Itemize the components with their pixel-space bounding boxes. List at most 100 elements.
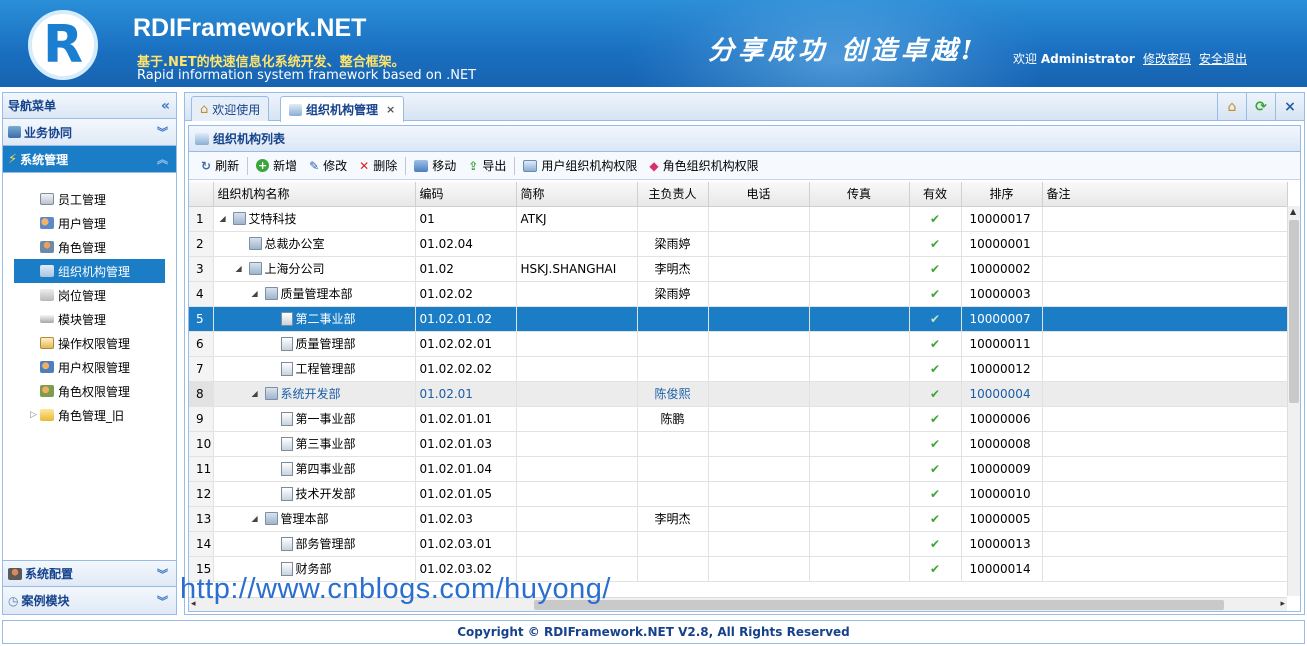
phone-cell[interactable]	[708, 231, 810, 257]
fax-cell[interactable]	[809, 381, 910, 407]
fax-cell[interactable]	[809, 231, 910, 257]
fax-cell[interactable]	[809, 481, 910, 507]
export-button[interactable]: ⇪ 导出	[462, 155, 512, 177]
column-header[interactable]: 有效	[909, 182, 962, 207]
phone-cell[interactable]	[708, 206, 810, 232]
manager-cell[interactable]: 陈俊熙	[637, 381, 709, 407]
menu-item-role[interactable]: 角色管理	[3, 235, 176, 259]
manager-cell[interactable]: 梁雨婷	[637, 281, 709, 307]
valid-cell[interactable]: ✔	[909, 431, 962, 457]
sort-cell[interactable]: 10000014	[961, 556, 1043, 582]
table-row[interactable]: 9 第一事业部 01.02.01.01 陈鹏 ✔ 10000006	[189, 406, 1288, 432]
sort-cell[interactable]: 10000012	[961, 356, 1043, 382]
short-cell[interactable]: ATKJ	[516, 206, 638, 232]
fax-cell[interactable]	[809, 556, 910, 582]
menu-item-role-legacy[interactable]: ▷ 角色管理_旧	[3, 403, 176, 427]
valid-cell[interactable]: ✔	[909, 231, 962, 257]
valid-cell[interactable]: ✔	[909, 306, 962, 332]
tree-expanded-icon[interactable]: ◢	[252, 389, 262, 398]
sort-cell[interactable]: 10000002	[961, 256, 1043, 282]
fax-cell[interactable]	[809, 506, 910, 532]
phone-cell[interactable]	[708, 456, 810, 482]
valid-cell[interactable]: ✔	[909, 356, 962, 382]
valid-cell[interactable]: ✔	[909, 506, 962, 532]
code-cell[interactable]: 01.02.03.01	[415, 531, 517, 557]
menu-item-module[interactable]: 模块管理	[3, 307, 176, 331]
sort-cell[interactable]: 10000008	[961, 431, 1043, 457]
section-business-collab[interactable]: 业务协同 ︾	[3, 119, 176, 146]
table-row[interactable]: 8 ◢ 系统开发部 01.02.01 陈俊熙 ✔ 10000004	[189, 381, 1288, 407]
table-row[interactable]: 2 总裁办公室 01.02.04 梁雨婷 ✔ 10000001	[189, 231, 1288, 257]
delete-button[interactable]: ✕ 删除	[353, 155, 403, 177]
sort-cell[interactable]: 10000017	[961, 206, 1043, 232]
remark-cell[interactable]	[1042, 306, 1288, 332]
fax-cell[interactable]	[809, 206, 910, 232]
code-cell[interactable]: 01.02	[415, 256, 517, 282]
valid-cell[interactable]: ✔	[909, 256, 962, 282]
fax-cell[interactable]	[809, 406, 910, 432]
manager-cell[interactable]	[637, 531, 709, 557]
sort-cell[interactable]: 10000005	[961, 506, 1043, 532]
short-cell[interactable]	[516, 406, 638, 432]
fax-cell[interactable]	[809, 331, 910, 357]
org-name-cell[interactable]: 第三事业部	[213, 431, 416, 457]
valid-cell[interactable]: ✔	[909, 206, 962, 232]
fax-cell[interactable]	[809, 256, 910, 282]
move-button[interactable]: 移动	[408, 155, 462, 177]
manager-cell[interactable]	[637, 331, 709, 357]
refresh-tab-button[interactable]: ⟳	[1246, 93, 1275, 121]
short-cell[interactable]	[516, 356, 638, 382]
phone-cell[interactable]	[708, 256, 810, 282]
vertical-scrollbar[interactable]: ▲	[1287, 206, 1300, 596]
table-row[interactable]: 12 技术开发部 01.02.01.05 ✔ 10000010	[189, 481, 1288, 507]
sort-cell[interactable]: 10000010	[961, 481, 1043, 507]
manager-cell[interactable]	[637, 456, 709, 482]
column-header[interactable]: 传真	[809, 182, 910, 207]
manager-cell[interactable]	[637, 306, 709, 332]
tree-expanded-icon[interactable]: ◢	[252, 514, 262, 523]
org-name-cell[interactable]: 第四事业部	[213, 456, 416, 482]
section-case-module[interactable]: ◷ 案例模块 ︾	[3, 587, 176, 614]
org-name-cell[interactable]: 第二事业部	[213, 306, 416, 332]
code-cell[interactable]: 01.02.02	[415, 281, 517, 307]
sort-cell[interactable]: 10000004	[961, 381, 1043, 407]
remark-cell[interactable]	[1042, 556, 1288, 582]
remark-cell[interactable]	[1042, 281, 1288, 307]
valid-cell[interactable]: ✔	[909, 406, 962, 432]
change-password-link[interactable]: 修改密码	[1143, 50, 1191, 67]
table-row[interactable]: 6 质量管理部 01.02.02.01 ✔ 10000011	[189, 331, 1288, 357]
menu-item-employee[interactable]: 员工管理	[3, 187, 176, 211]
code-cell[interactable]: 01.02.02.01	[415, 331, 517, 357]
org-name-cell[interactable]: 工程管理部	[213, 356, 416, 382]
add-button[interactable]: + 新增	[250, 155, 303, 177]
org-name-cell[interactable]: ◢ 上海分公司	[213, 256, 416, 282]
menu-item-user-permission[interactable]: 用户权限管理	[3, 355, 176, 379]
column-header[interactable]: 编码	[415, 182, 517, 207]
section-system-config[interactable]: 系统配置 ︾	[3, 560, 176, 587]
table-row[interactable]: 1 ◢ 艾特科技 01 ATKJ ✔ 10000017	[189, 206, 1288, 232]
column-header[interactable]: 主负责人	[637, 182, 709, 207]
short-cell[interactable]	[516, 481, 638, 507]
manager-cell[interactable]	[637, 431, 709, 457]
column-header[interactable]: 简称	[516, 182, 638, 207]
code-cell[interactable]: 01.02.04	[415, 231, 517, 257]
phone-cell[interactable]	[708, 281, 810, 307]
tree-expanded-icon[interactable]: ◢	[236, 264, 246, 273]
fax-cell[interactable]	[809, 356, 910, 382]
remark-cell[interactable]	[1042, 231, 1288, 257]
logout-link[interactable]: 安全退出	[1199, 50, 1247, 67]
phone-cell[interactable]	[708, 531, 810, 557]
scroll-right-icon[interactable]: ▸	[1280, 599, 1285, 609]
column-header[interactable]: 电话	[708, 182, 810, 207]
org-name-cell[interactable]: ◢ 质量管理本部	[213, 281, 416, 307]
code-cell[interactable]: 01.02.03	[415, 506, 517, 532]
short-cell[interactable]	[516, 381, 638, 407]
short-cell[interactable]	[516, 531, 638, 557]
menu-item-user[interactable]: 用户管理	[3, 211, 176, 235]
scroll-thumb[interactable]	[1289, 220, 1299, 403]
remark-cell[interactable]	[1042, 431, 1288, 457]
remark-cell[interactable]	[1042, 456, 1288, 482]
valid-cell[interactable]: ✔	[909, 531, 962, 557]
phone-cell[interactable]	[708, 481, 810, 507]
remark-cell[interactable]	[1042, 531, 1288, 557]
